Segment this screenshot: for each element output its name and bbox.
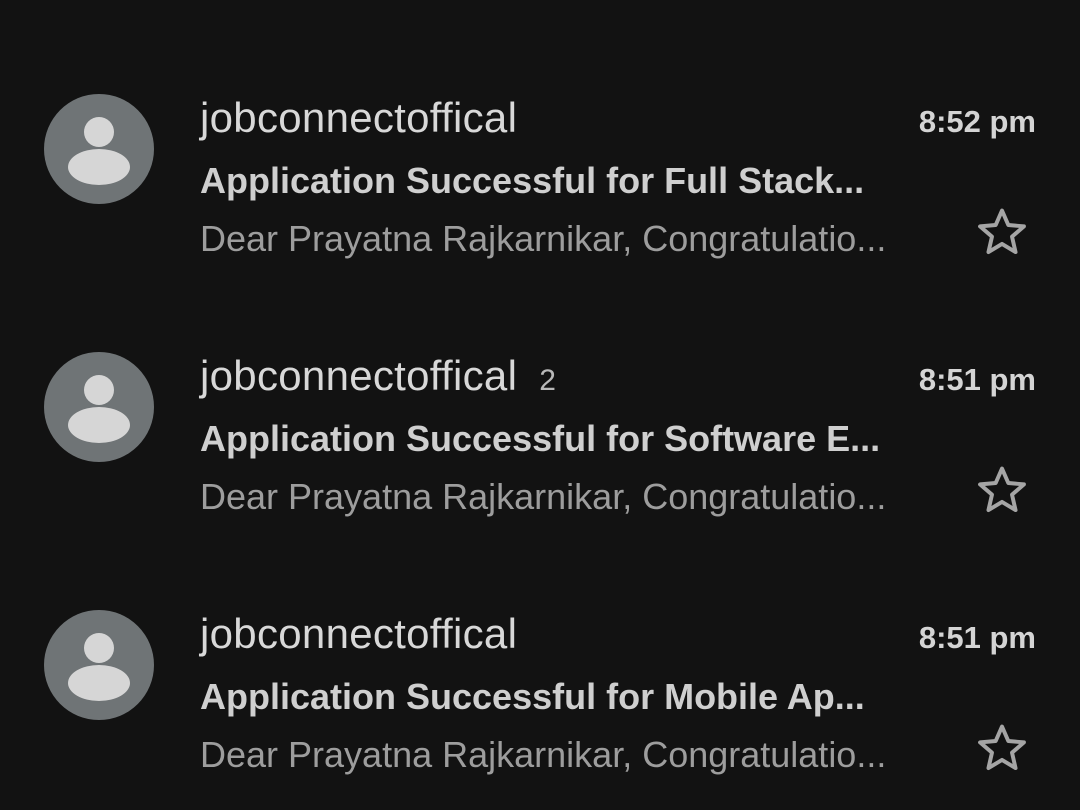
email-time: 8:52 pm — [918, 104, 1036, 139]
email-subject: Application Successful for Software E... — [200, 418, 881, 459]
email-subject: Application Successful for Full Stack... — [200, 160, 865, 201]
email-row[interactable]: jobconnectoffical 8:52 pm Application Su… — [0, 70, 1080, 270]
sender-avatar[interactable] — [44, 94, 154, 204]
person-icon — [68, 117, 130, 185]
sender-name-text: jobconnectoffical — [200, 352, 518, 399]
email-row[interactable]: jobconnectoffical 2 8:51 pm Application S… — [0, 328, 1080, 528]
email-list: jobconnectoffical 8:52 pm Application Su… — [0, 0, 1080, 810]
star-icon[interactable] — [974, 720, 1030, 776]
email-subject: Application Successful for Mobile Ap... — [200, 676, 865, 717]
sender-name-text: jobconnectoffical — [200, 610, 518, 657]
email-row[interactable]: jobconnectoffical 8:51 pm Application Su… — [0, 586, 1080, 786]
thread-count: 2 — [539, 364, 556, 397]
person-icon — [68, 375, 130, 443]
sender-avatar[interactable] — [44, 610, 154, 720]
star-icon[interactable] — [974, 462, 1030, 518]
email-snippet: Dear Prayatna Rajkarnikar, Congratulatio… — [200, 218, 887, 259]
person-icon — [68, 633, 130, 701]
email-snippet: Dear Prayatna Rajkarnikar, Congratulatio… — [200, 476, 887, 517]
email-snippet: Dear Prayatna Rajkarnikar, Congratulatio… — [200, 734, 887, 775]
sender-avatar[interactable] — [44, 352, 154, 462]
sender-name: jobconnectoffical — [200, 606, 517, 662]
sender-name: jobconnectoffical — [200, 90, 517, 146]
email-time: 8:51 pm — [918, 620, 1036, 655]
star-icon[interactable] — [974, 204, 1030, 260]
email-time: 8:51 pm — [918, 362, 1036, 397]
sender-name-text: jobconnectoffical — [200, 94, 518, 141]
sender-name: jobconnectoffical 2 — [200, 348, 556, 409]
